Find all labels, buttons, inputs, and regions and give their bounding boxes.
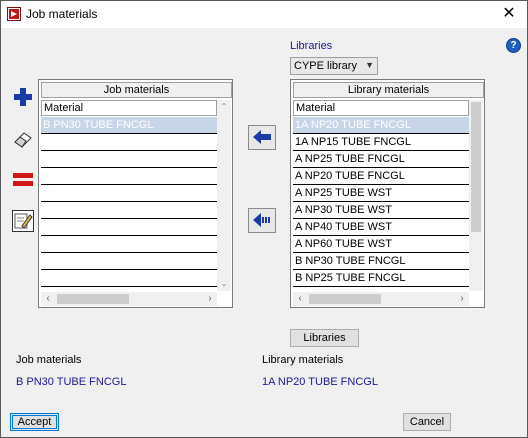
scroll-left-icon[interactable]: ‹ [293,292,307,306]
job-materials-list: B PN30 TUBE FNCGL [41,117,217,287]
library-select-value: CYPE library [294,60,357,72]
title-bar: Job materials ✕ [1,1,527,28]
table-row[interactable]: A NP20 TUBE FNCGL [293,168,469,185]
add-selected-button[interactable] [248,125,276,150]
eraser-icon [14,132,32,148]
plus-icon [14,88,32,106]
libraries-button[interactable]: Libraries [290,329,359,347]
job-materials-summary-label: Job materials [16,354,82,366]
table-row[interactable]: B NP25 TUBE FNCGL [293,270,469,287]
help-icon[interactable]: ? [506,38,521,53]
equal-icon [13,173,33,186]
table-row[interactable]: A NP30 TUBE WST [293,202,469,219]
table-row[interactable]: B NP30 TUBE FNCGL [293,253,469,270]
accept-button[interactable]: Accept [10,413,59,431]
window-title: Job materials [26,7,98,21]
job-materials-header: Job materials [41,82,232,98]
table-row[interactable] [41,185,217,202]
table-row[interactable]: B PN30 TUBE FNCGL [41,117,217,134]
table-row[interactable]: A NP25 TUBE WST [293,185,469,202]
add-all-button[interactable] [248,208,276,233]
table-row[interactable]: A NP60 TUBE WST [293,236,469,253]
table-row[interactable]: A NP25 TUBE FNCGL [293,151,469,168]
table-row[interactable] [41,202,217,219]
library-horizontal-scrollbar[interactable]: ‹ › [293,292,469,306]
table-row[interactable] [41,219,217,236]
erase-button[interactable] [12,128,34,150]
scroll-right-icon[interactable]: › [203,292,217,306]
job-materials-panel: Job materials Material B PN30 TUBE FNCGL… [38,79,233,308]
cancel-button[interactable]: Cancel [403,413,451,431]
job-vertical-scrollbar[interactable]: ⌃ ⌄ [217,100,231,291]
app-logo-icon [7,7,21,21]
library-materials-panel: Library materials Material 1A NP20 TUBE … [290,79,485,308]
chevron-down-icon: ▼ [365,60,374,70]
table-row[interactable] [41,151,217,168]
job-horizontal-scrollbar[interactable]: ‹ › [41,292,217,306]
close-icon[interactable]: ✕ [491,1,527,28]
job-materials-summary-value: B PN30 TUBE FNCGL [16,376,127,388]
edit-icon [14,213,33,229]
table-row[interactable]: 1A NP20 TUBE FNCGL [293,117,469,134]
table-row[interactable]: 1A NP15 TUBE FNCGL [293,134,469,151]
library-materials-summary-value: 1A NP20 TUBE FNCGL [262,376,378,388]
scroll-thumb[interactable] [57,294,129,304]
table-row[interactable]: A NP40 TUBE WST [293,219,469,236]
table-row[interactable] [41,270,217,287]
libraries-label: Libraries [290,40,333,52]
library-select[interactable]: CYPE library ▼ [290,57,378,75]
library-materials-column-header[interactable]: Material [293,100,469,116]
library-vertical-scrollbar[interactable] [469,100,483,291]
job-materials-column-header[interactable]: Material [41,100,217,116]
scroll-thumb[interactable] [309,294,381,304]
table-row[interactable] [41,168,217,185]
add-material-button[interactable] [12,86,34,108]
table-row[interactable] [41,253,217,270]
scroll-left-icon[interactable]: ‹ [41,292,55,306]
equal-button[interactable] [12,168,34,190]
library-materials-list: 1A NP20 TUBE FNCGL 1A NP15 TUBE FNCGL A … [293,117,469,287]
edit-button[interactable] [12,210,34,232]
table-row[interactable] [41,236,217,253]
scroll-right-icon[interactable]: › [455,292,469,306]
library-materials-summary-label: Library materials [262,354,344,366]
table-row[interactable] [41,134,217,151]
dialog-window: Job materials ✕ ? Libraries CYPE library… [0,0,528,438]
scroll-up-icon[interactable]: ⌃ [217,100,231,114]
arrow-left-icon [253,130,271,144]
scroll-down-icon[interactable]: ⌄ [217,277,231,291]
scroll-thumb[interactable] [471,102,481,232]
library-materials-header: Library materials [293,82,484,98]
arrow-left-dotted-icon [253,213,270,227]
